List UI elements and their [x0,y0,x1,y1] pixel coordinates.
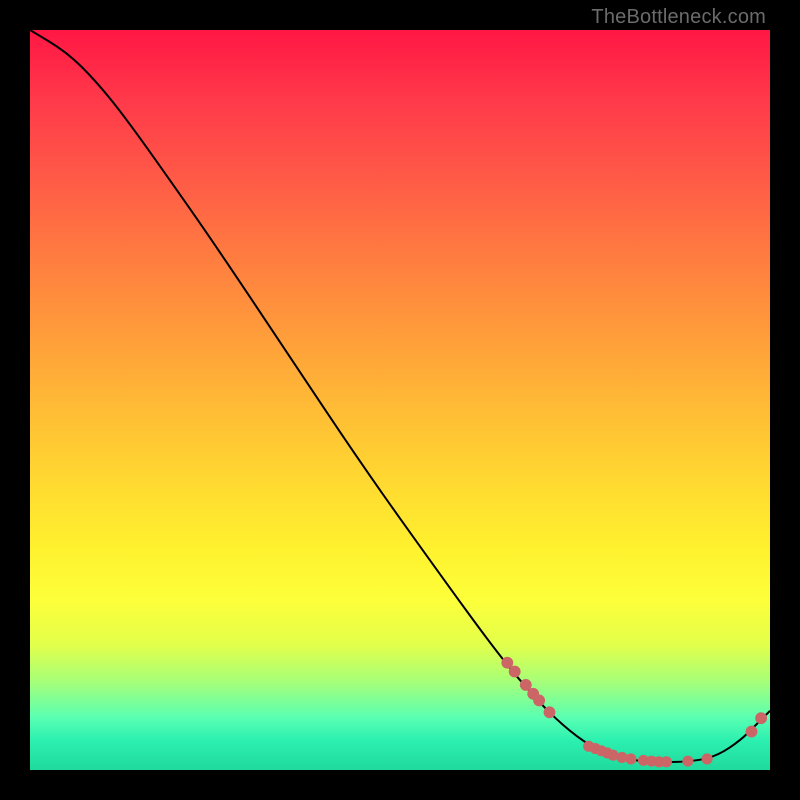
data-marker [626,754,636,764]
data-marker [661,757,671,767]
data-marker [509,666,520,677]
curve-layer [30,30,770,770]
bottleneck-curve [30,30,770,762]
data-marker [544,707,555,718]
chart-frame: TheBottleneck.com [0,0,800,800]
marker-cluster-descent [502,657,555,718]
plot-area [30,30,770,770]
data-marker [520,679,531,690]
data-marker [702,754,712,764]
data-marker [746,726,757,737]
marker-cluster-valley [584,741,713,767]
watermark-text: TheBottleneck.com [591,6,766,29]
data-marker [756,713,767,724]
data-marker [683,756,693,766]
data-marker [502,657,513,668]
data-marker [534,695,545,706]
